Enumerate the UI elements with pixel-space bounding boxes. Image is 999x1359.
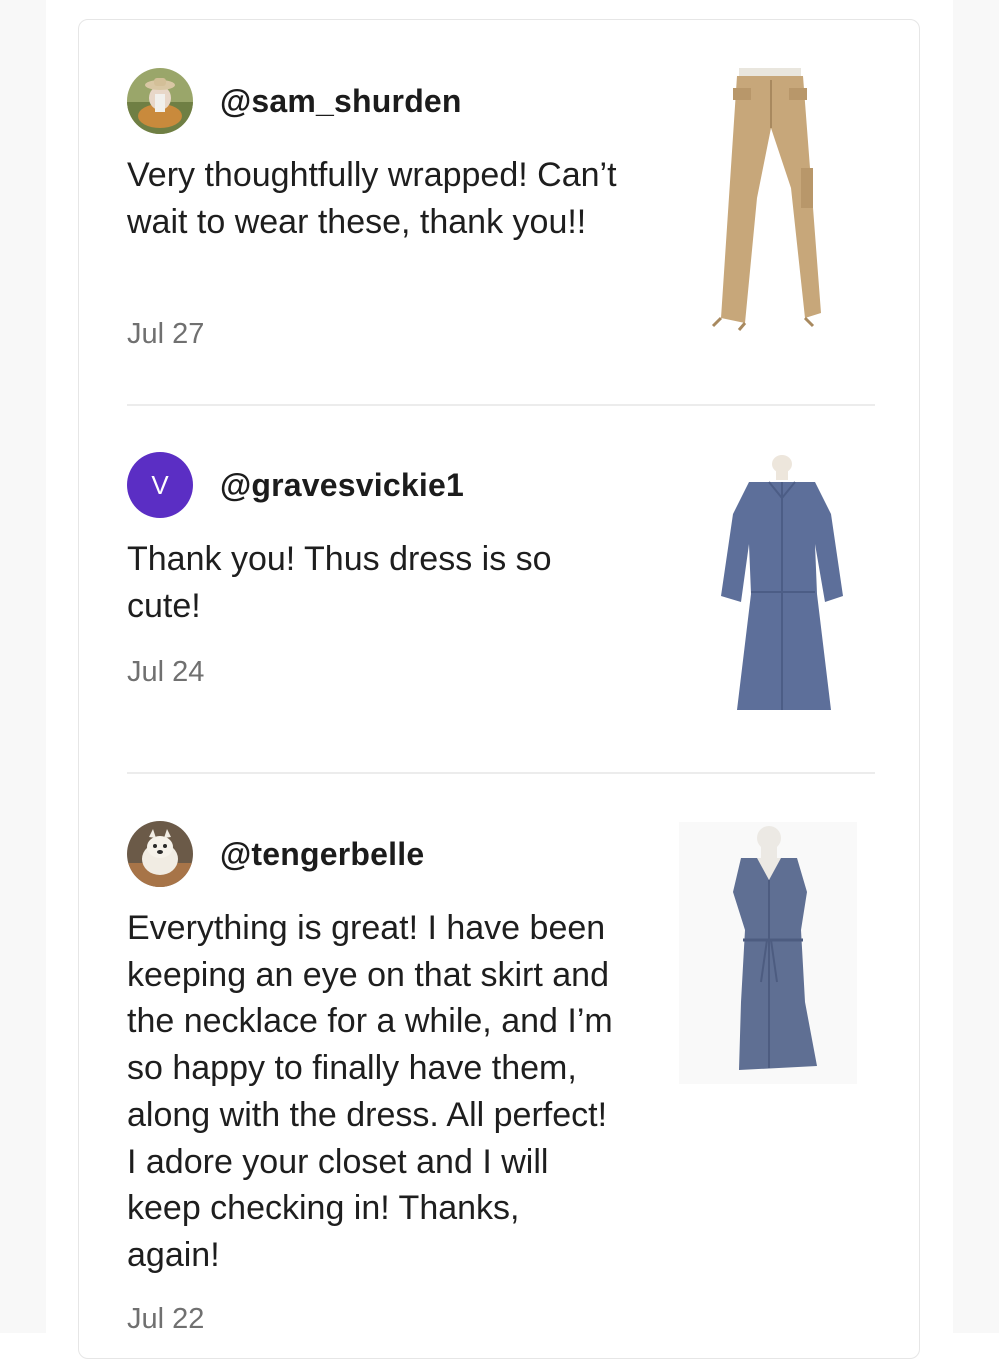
page-margin-left (0, 0, 46, 1333)
user-avatar[interactable]: V (127, 452, 193, 518)
review-text: Everything is great! I have been keeping… (127, 909, 613, 1274)
review-divider (127, 404, 875, 406)
tan-pants-image (711, 68, 821, 331)
username[interactable]: @tengerbelle (220, 836, 424, 873)
sleeveless-dress-image (679, 822, 857, 1084)
page-margin-right (953, 0, 999, 1333)
user-avatar[interactable] (127, 821, 193, 887)
review-divider (127, 772, 875, 774)
person-photo-icon (127, 68, 193, 134)
review-header: @tengerbelle (127, 821, 424, 887)
review-text: Very thoughtfully wrapped! Can’t wait to… (127, 156, 617, 241)
dog-photo-icon (127, 821, 193, 887)
review-text: Thank you! Thus dress is so cute! (127, 540, 552, 625)
user-avatar[interactable] (127, 68, 193, 134)
reviews-card: @sam_shurden Very thoughtfully wrapped! … (78, 19, 920, 1359)
username[interactable]: @sam_shurden (220, 83, 462, 120)
review-date: Jul 22 (127, 1303, 205, 1335)
product-thumbnail[interactable] (719, 454, 845, 714)
product-thumbnail[interactable] (679, 822, 857, 1084)
review-header: V @gravesvickie1 (127, 452, 464, 518)
product-thumbnail[interactable] (709, 68, 829, 332)
username[interactable]: @gravesvickie1 (220, 467, 464, 504)
review-header: @sam_shurden (127, 68, 462, 134)
shirt-dress-image (721, 455, 843, 710)
review-date: Jul 27 (127, 318, 205, 350)
review-date: Jul 24 (127, 656, 205, 688)
